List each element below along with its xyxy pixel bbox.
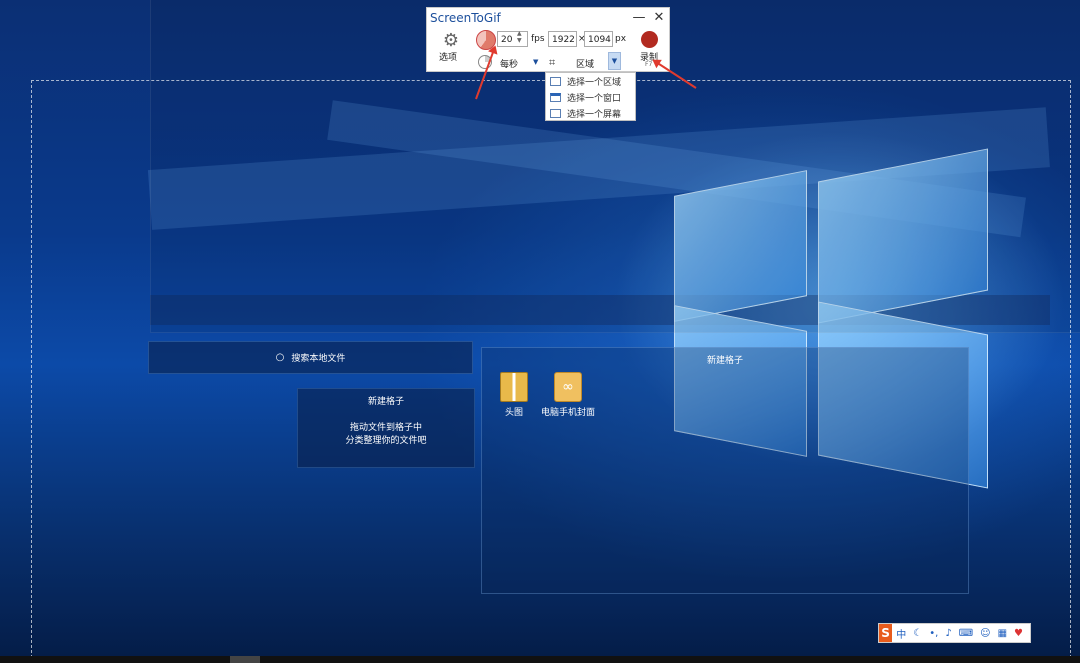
menu-item-region[interactable]: 选择一个区域 xyxy=(546,73,635,89)
ime-toolbar: S 中 ☾ •, ♪ ⌨ ☺ ▦ ♥ xyxy=(878,623,1031,643)
monitor-icon xyxy=(550,108,561,118)
taskbar-item[interactable] xyxy=(230,656,260,663)
window-title: ScreenToGif xyxy=(430,11,501,25)
desktop-icon-label: 电脑手机封面 xyxy=(540,408,595,418)
keyboard-icon[interactable]: ⌨ xyxy=(959,628,973,639)
width-input[interactable]: 1922 xyxy=(548,31,577,47)
fence-title: 新建格子 xyxy=(706,356,743,366)
taskbar xyxy=(0,656,1080,663)
menu-item-label: 选择一个屏幕 xyxy=(567,109,622,120)
mode-dropdown-button[interactable]: ▼ xyxy=(608,52,621,70)
gear-icon[interactable]: ⚙ xyxy=(441,31,461,51)
skin-icon[interactable]: ♥ xyxy=(1014,628,1023,639)
fence-with-files[interactable]: 新建格子 头图 ∞ 电脑手机封面 xyxy=(481,347,969,594)
folder-icon xyxy=(500,372,528,402)
image-file-icon: ∞ xyxy=(554,372,582,402)
punctuation-icon[interactable]: •, xyxy=(929,628,938,639)
menu-item-label: 选择一个区域 xyxy=(567,77,622,88)
search-placeholder: 搜索本地文件 xyxy=(291,354,346,364)
fps-spinner[interactable]: ▲ ▼ xyxy=(517,30,522,44)
fence-title: 新建格子 xyxy=(367,397,404,407)
grid-icon[interactable]: ▦ xyxy=(998,628,1007,639)
fence-hint-line: 分类整理你的文件吧 xyxy=(345,436,427,446)
record-icon[interactable] xyxy=(641,31,658,48)
menu-item-label: 选择一个窗口 xyxy=(567,93,622,104)
fence-hint-line: 拖动文件到格子中 xyxy=(349,423,422,433)
moon-icon[interactable]: ☾ xyxy=(913,628,922,639)
sogou-logo-icon[interactable]: S xyxy=(879,624,893,642)
close-button[interactable]: ✕ xyxy=(651,10,667,26)
crop-icon: ⌗ xyxy=(549,56,556,69)
minimize-button[interactable]: — xyxy=(631,10,647,26)
frequency-select[interactable]: 每秒 xyxy=(500,57,518,70)
menu-item-screen[interactable]: 选择一个屏幕 xyxy=(546,105,635,121)
mic-icon[interactable]: ♪ xyxy=(945,628,951,639)
fps-input[interactable]: 20 xyxy=(497,31,528,47)
search-icon: ○ xyxy=(275,352,285,363)
menu-item-window[interactable]: 选择一个窗口 xyxy=(546,89,635,105)
mode-menu: 选择一个区域 选择一个窗口 选择一个屏幕 xyxy=(545,72,636,121)
fps-unit-label: fps xyxy=(531,34,545,44)
screentogif-window: ScreenToGif — ✕ ⚙ 选项 20 ▲ ▼ fps 1922 × 10… xyxy=(426,7,670,72)
mode-select[interactable]: 区域 xyxy=(576,57,594,70)
user-icon[interactable]: ☺ xyxy=(980,628,990,639)
desktop-icon-cover[interactable]: ∞ 电脑手机封面 xyxy=(536,372,600,418)
px-unit-label: px xyxy=(615,34,627,44)
options-button[interactable]: 选项 xyxy=(439,50,457,63)
window-icon xyxy=(550,92,561,102)
chevron-down-icon[interactable]: ▼ xyxy=(533,58,538,66)
search-bar[interactable]: ○ 搜索本地文件 xyxy=(148,341,473,374)
ime-mode-toggle[interactable]: 中 xyxy=(896,626,906,641)
height-input[interactable]: 1094 xyxy=(584,31,613,47)
crop-region-icon xyxy=(550,76,561,86)
fence-empty[interactable]: 新建格子 拖动文件到格子中 分类整理你的文件吧 xyxy=(297,388,475,468)
